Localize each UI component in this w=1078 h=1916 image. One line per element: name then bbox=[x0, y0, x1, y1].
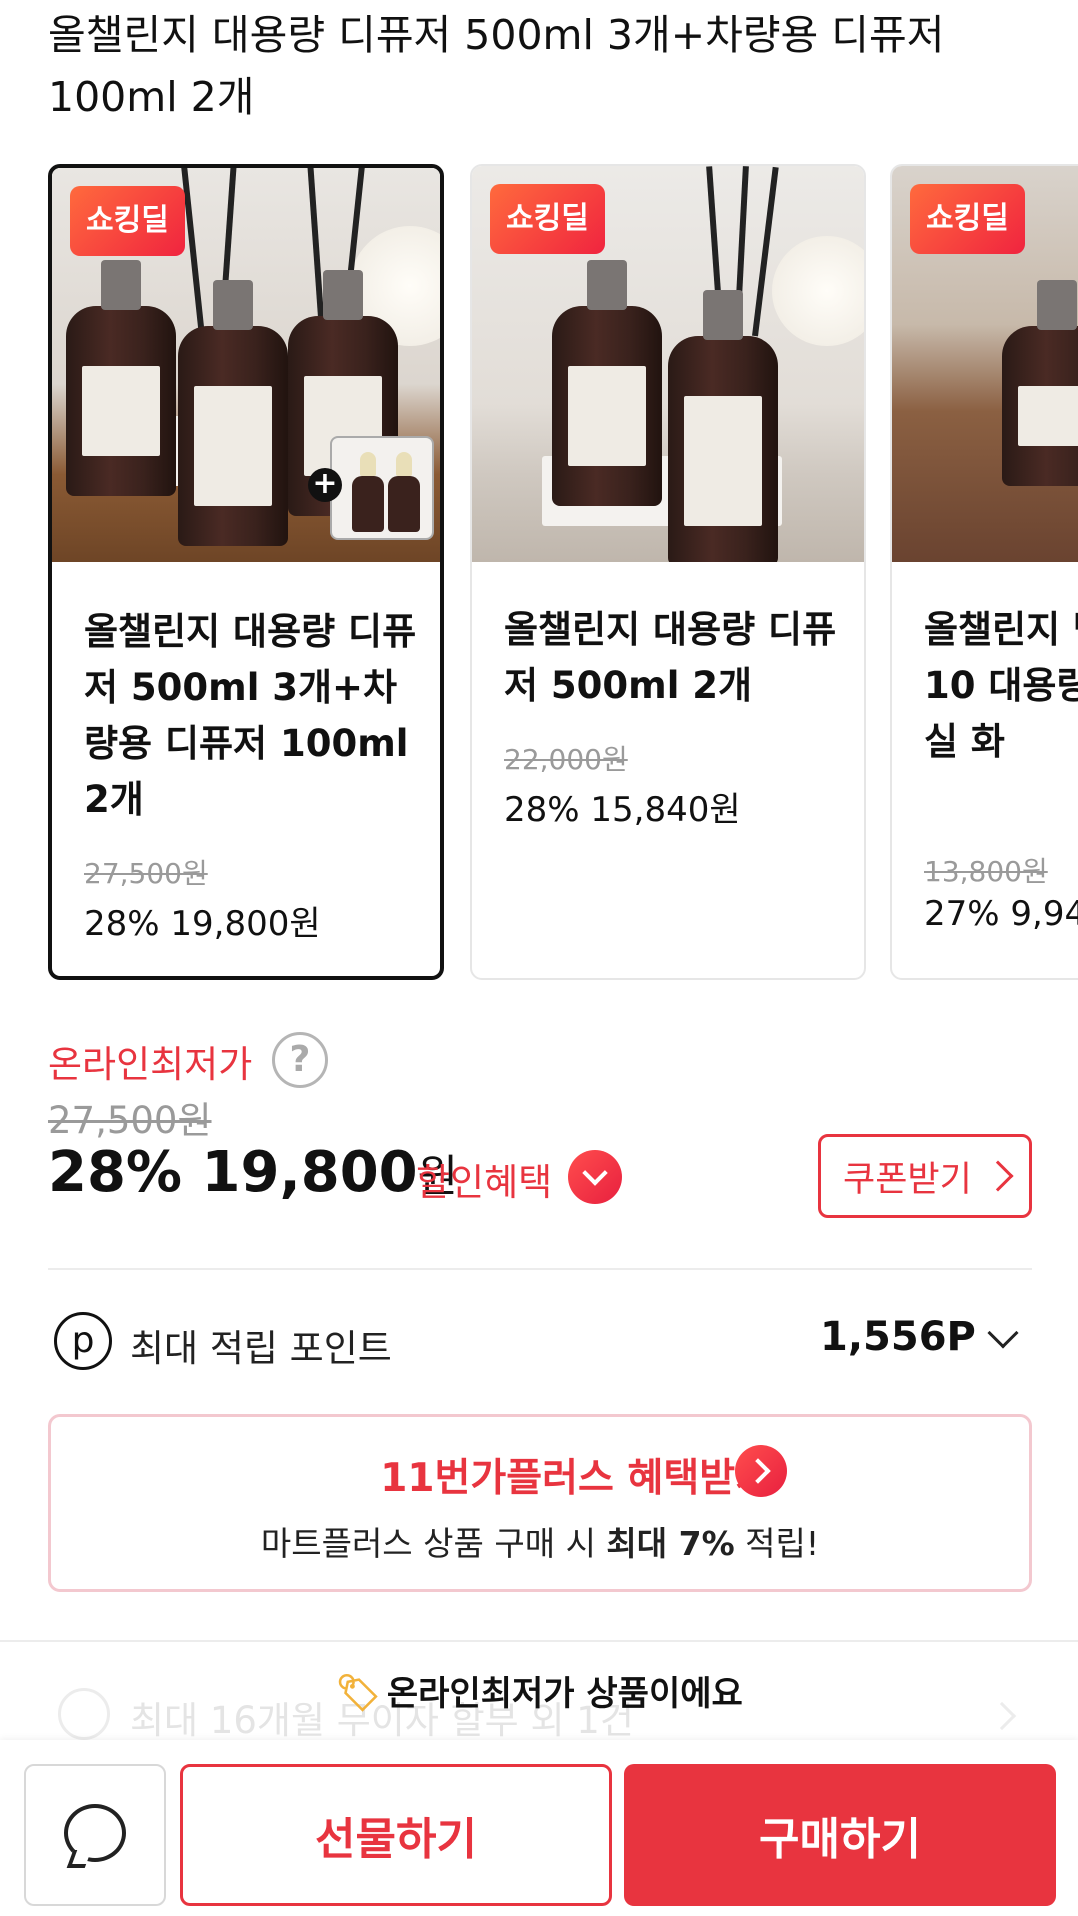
discount-benefit-label[interactable]: 할인혜택 bbox=[416, 1152, 552, 1206]
option-price: 27% 9,94 bbox=[924, 894, 1078, 934]
plus-icon: + bbox=[308, 468, 342, 502]
coupon-button[interactable]: 쿠폰받기 bbox=[818, 1134, 1032, 1218]
chevron-down-icon[interactable] bbox=[568, 1150, 622, 1204]
shocking-deal-badge: 쇼킹딜 bbox=[70, 186, 185, 256]
product-title: 올챌린지 대용량 디퓨저 500ml 3개+차량용 디퓨저 100ml 2개 bbox=[48, 11, 945, 121]
plus-banner-title: 11번가플러스 혜택받기 bbox=[380, 1456, 771, 1501]
option-card-2[interactable]: 쇼킹딜 올챌린지 대용량 디퓨저 500ml 2개 22,000원 28% 15… bbox=[470, 164, 866, 980]
help-icon[interactable]: ? bbox=[272, 1032, 328, 1088]
option-original-price: 13,800원 bbox=[924, 855, 1048, 888]
option-card-3[interactable]: 쇼킹딜 올챌린지 방향제 10 대용량 실 사무실 화 13,800원 27% … bbox=[890, 164, 1078, 980]
point-value[interactable]: 1,556P bbox=[820, 1314, 976, 1360]
gift-button[interactable]: 선물하기 bbox=[180, 1764, 612, 1906]
option-original-price: 22,000원 bbox=[504, 743, 628, 776]
plus-banner-subtitle: 마트플러스 상품 구매 시 최대 7% 적립! bbox=[260, 1524, 820, 1563]
section-divider bbox=[0, 1640, 1078, 1642]
option-name: 올챌린지 방향제 10 대용량 실 사무실 화 bbox=[924, 608, 1078, 763]
lowest-price-label: 온라인최저가 bbox=[48, 1043, 253, 1086]
discount-price: 28% 19,800원 bbox=[48, 1140, 458, 1205]
chat-bubble-icon bbox=[64, 1804, 126, 1862]
chevron-down-icon[interactable] bbox=[987, 1317, 1019, 1349]
option-carousel[interactable]: 쇼킹딜 + 올챌린지 대용량 디퓨저 500ml 3개+차량용 디퓨저 100m… bbox=[48, 164, 1078, 980]
coupon-button-label: 쿠폰받기 bbox=[843, 1159, 972, 1200]
bundle-thumbnail bbox=[330, 436, 434, 540]
option-original-price: 27,500원 bbox=[84, 857, 208, 890]
original-price: 27,500원 bbox=[48, 1099, 212, 1142]
discount-price-value: 28% 19,800 bbox=[48, 1140, 418, 1205]
option-card-1[interactable]: 쇼킹딜 + 올챌린지 대용량 디퓨저 500ml 3개+차량용 디퓨저 100m… bbox=[48, 164, 444, 980]
arrow-right-icon bbox=[735, 1445, 787, 1497]
plus-benefit-banner[interactable]: 11번가플러스 혜택받기 마트플러스 상품 구매 시 최대 7% 적립! bbox=[48, 1414, 1032, 1592]
lowest-price-toast: 🏷 온라인최저가 상품이에요 bbox=[0, 1666, 1078, 1715]
option-price: 28% 19,800원 bbox=[84, 904, 321, 944]
toast-text: 온라인최저가 상품이에요 bbox=[386, 1674, 743, 1714]
bottom-action-bar: 선물하기 구매하기 bbox=[0, 1740, 1078, 1916]
divider bbox=[48, 1268, 1032, 1270]
point-label: 최대 적립 포인트 bbox=[130, 1327, 392, 1370]
chevron-right-icon bbox=[982, 1160, 1014, 1192]
price-tag-icon: 🏷 bbox=[335, 1673, 381, 1714]
chat-button[interactable] bbox=[24, 1764, 166, 1906]
shocking-deal-badge: 쇼킹딜 bbox=[490, 184, 605, 254]
point-icon: p bbox=[54, 1312, 112, 1370]
option-name: 올챌린지 대용량 디퓨저 500ml 3개+차량용 디퓨저 100ml 2개 bbox=[84, 610, 417, 821]
option-name: 올챌린지 대용량 디퓨저 500ml 2개 bbox=[504, 608, 837, 707]
option-price: 28% 15,840원 bbox=[504, 790, 741, 830]
shocking-deal-badge: 쇼킹딜 bbox=[910, 184, 1025, 254]
buy-button[interactable]: 구매하기 bbox=[624, 1764, 1056, 1906]
